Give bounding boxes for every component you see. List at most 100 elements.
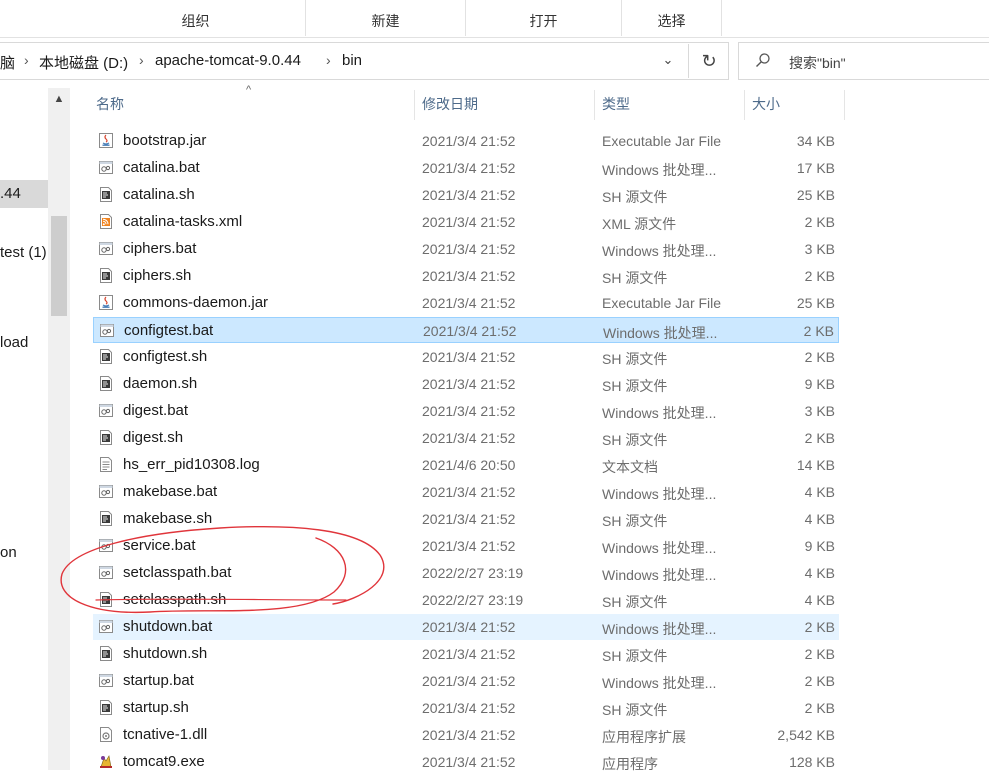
file-sh-icon <box>98 645 114 662</box>
file-row[interactable]: catalina.sh 2021/3/4 21:52 SH 源文件 25 KB <box>93 182 839 208</box>
file-row[interactable]: configtest.sh 2021/3/4 21:52 SH 源文件 2 KB <box>93 344 839 370</box>
file-bat-icon <box>98 483 114 500</box>
file-name: service.bat <box>123 537 196 554</box>
file-row[interactable]: digest.bat 2021/3/4 21:52 Windows 批处理... 3 … <box>93 398 839 424</box>
file-name: ciphers.bat <box>123 240 197 257</box>
file-type: Windows 批处理... <box>602 567 717 583</box>
file-date: 2021/3/4 21:52 <box>422 160 516 176</box>
file-name: digest.bat <box>123 402 189 419</box>
file-type: SH 源文件 <box>602 189 668 205</box>
file-jar-icon <box>98 132 114 149</box>
file-row[interactable]: service.bat 2021/3/4 21:52 Windows 批处理... 9… <box>93 533 839 559</box>
file-name: catalina.bat <box>123 159 200 176</box>
file-size: 2 KB <box>804 673 835 689</box>
file-type: 文本文档 <box>602 459 658 475</box>
file-bat-icon <box>98 240 114 257</box>
file-row[interactable]: catalina.bat 2021/3/4 21:52 Windows 批处理...… <box>93 155 839 181</box>
file-type: Windows 批处理... <box>602 243 717 259</box>
file-row[interactable]: daemon.sh 2021/3/4 21:52 SH 源文件 9 KB <box>93 371 839 397</box>
file-xml-icon <box>98 213 114 230</box>
ribbon-label: 组织 <box>181 13 210 29</box>
file-type: Windows 批处理... <box>602 621 717 637</box>
chevron-right-icon[interactable]: › <box>139 52 144 68</box>
file-size: 2,542 KB <box>777 727 835 743</box>
search-input[interactable]: 搜索"bin" <box>738 42 989 80</box>
file-type: SH 源文件 <box>602 513 668 529</box>
column-header-size[interactable]: 大小 <box>748 90 844 120</box>
file-name: hs_err_pid10308.log <box>123 456 260 473</box>
file-row[interactable]: ciphers.bat 2021/3/4 21:52 Windows 批处理... 3… <box>93 236 839 262</box>
file-row[interactable]: catalina-tasks.xml 2021/3/4 21:52 XML 源文件 2… <box>93 209 839 235</box>
file-row[interactable]: setclasspath.bat 2022/2/27 23:19 Windows 批… <box>93 560 839 586</box>
file-size: 2 KB <box>804 349 835 365</box>
file-type: XML 源文件 <box>602 216 677 232</box>
file-date: 2021/3/4 21:52 <box>422 727 516 743</box>
file-size: 128 KB <box>789 754 835 770</box>
file-date: 2021/3/4 21:52 <box>422 511 516 527</box>
ribbon-group-new[interactable]: 新建 <box>306 0 466 36</box>
file-row[interactable]: makebase.sh 2021/3/4 21:52 SH 源文件 4 KB <box>93 506 839 532</box>
chevron-right-icon[interactable]: › <box>24 52 29 68</box>
file-type: SH 源文件 <box>602 702 668 718</box>
breadcrumb-bin[interactable]: bin <box>342 52 362 69</box>
file-date: 2021/3/4 21:52 <box>422 187 516 203</box>
file-date: 2021/3/4 21:52 <box>422 430 516 446</box>
file-type: Executable Jar File <box>602 133 722 149</box>
file-name: catalina.sh <box>123 186 195 203</box>
ribbon-label: 新建 <box>371 13 400 29</box>
file-type: Windows 批处理... <box>602 405 717 421</box>
address-bar[interactable]: 脑 › 本地磁盘 (D:) › apache-tomcat-9.0.44 › b… <box>0 42 729 80</box>
file-date: 2021/3/4 21:52 <box>422 673 516 689</box>
file-sh-icon <box>98 348 114 365</box>
file-row[interactable]: shutdown.bat 2021/3/4 21:52 Windows 批处理...… <box>93 614 839 640</box>
file-row[interactable]: digest.sh 2021/3/4 21:52 SH 源文件 2 KB <box>93 425 839 451</box>
chevron-right-icon[interactable]: › <box>326 52 331 68</box>
file-sh-icon <box>98 375 114 392</box>
column-header-label: 类型 <box>602 96 630 112</box>
chevron-down-icon[interactable]: ⌄ <box>656 52 680 72</box>
file-row[interactable]: shutdown.sh 2021/3/4 21:52 SH 源文件 2 KB <box>93 641 839 667</box>
file-row[interactable]: makebase.bat 2021/3/4 21:52 Windows 批处理...… <box>93 479 839 505</box>
file-name: tcnative-1.dll <box>123 726 208 743</box>
column-header-label: 修改日期 <box>422 96 478 112</box>
file-name: makebase.sh <box>123 510 213 527</box>
column-divider[interactable] <box>594 90 595 120</box>
column-header-date[interactable]: 修改日期 <box>418 90 594 120</box>
file-size: 25 KB <box>796 295 835 311</box>
file-date: 2021/3/4 21:52 <box>422 538 516 554</box>
column-header-name[interactable]: 名称 <box>92 90 414 120</box>
ribbon-group-select[interactable]: 选择 <box>622 0 722 36</box>
file-row[interactable]: startup.sh 2021/3/4 21:52 SH 源文件 2 KB <box>93 695 839 721</box>
file-row[interactable]: ciphers.sh 2021/3/4 21:52 SH 源文件 2 KB <box>93 263 839 289</box>
column-header-label: 名称 <box>96 96 124 112</box>
file-row[interactable]: hs_err_pid10308.log 2021/4/6 20:50 文本文档 14 … <box>93 452 839 478</box>
file-row[interactable]: tomcat9.exe 2021/3/4 21:52 应用程序 128 KB <box>93 749 839 775</box>
file-row[interactable]: commons-daemon.jar 2021/3/4 21:52 Executab… <box>93 290 839 316</box>
column-header-label: 大小 <box>752 96 780 112</box>
file-type: Executable Jar File <box>602 295 722 311</box>
file-sh-icon <box>98 510 114 527</box>
file-size: 2 KB <box>804 430 835 446</box>
ribbon-group-organize[interactable]: 组织 <box>86 0 306 36</box>
file-date: 2021/3/4 21:52 <box>422 241 516 257</box>
file-row[interactable]: tcnative-1.dll 2021/3/4 21:52 应用程序扩展 2,542 … <box>93 722 839 748</box>
ribbon-group-open[interactable]: 打开 <box>466 0 622 36</box>
column-divider[interactable] <box>414 90 415 120</box>
scroll-up-icon[interactable]: ▲ <box>48 88 70 110</box>
file-exe-icon <box>98 753 114 770</box>
column-header-type[interactable]: 类型 <box>598 90 744 120</box>
file-type: Windows 批处理... <box>603 325 718 341</box>
file-size: 2 KB <box>804 619 835 635</box>
file-row[interactable]: startup.bat 2021/3/4 21:52 Windows 批处理... 2… <box>93 668 839 694</box>
refresh-icon[interactable]: ↻ <box>688 44 729 78</box>
breadcrumb-drive-d[interactable]: 本地磁盘 (D:) <box>39 52 128 73</box>
column-divider[interactable] <box>744 90 745 120</box>
file-row[interactable]: bootstrap.jar 2021/3/4 21:52 Executable Ja… <box>93 128 839 154</box>
file-type: SH 源文件 <box>602 351 668 367</box>
column-divider[interactable] <box>844 90 845 120</box>
file-row[interactable]: setclasspath.sh 2022/2/27 23:19 SH 源文件 4 KB <box>93 587 839 613</box>
file-row[interactable]: configtest.bat 2021/3/4 21:52 Windows 批处理.… <box>93 317 839 343</box>
file-type: Windows 批处理... <box>602 540 717 556</box>
breadcrumb-this-pc[interactable]: 脑 <box>0 52 15 73</box>
breadcrumb-tomcat[interactable]: apache-tomcat-9.0.44 <box>155 52 301 69</box>
